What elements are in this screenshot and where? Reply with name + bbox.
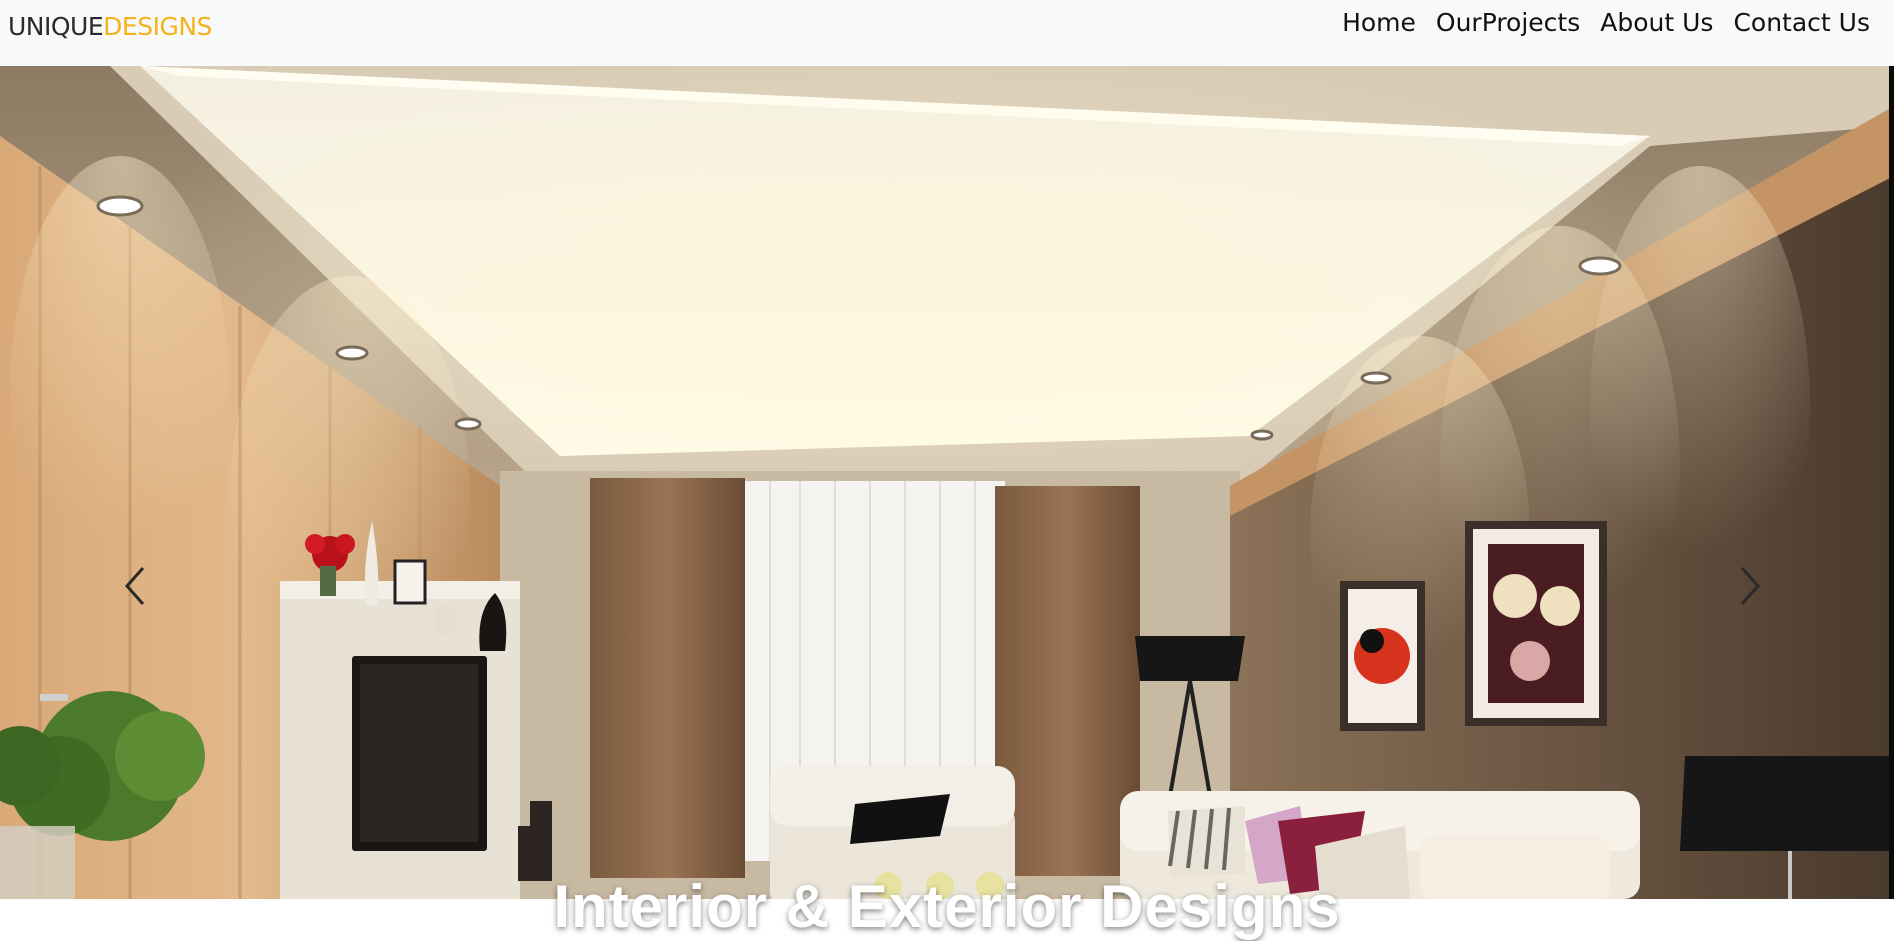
nav-about-us[interactable]: About Us [1600, 8, 1713, 37]
carousel-next-button[interactable] [1730, 546, 1770, 626]
nav-our-projects[interactable]: OurProjects [1436, 8, 1580, 37]
nav-contact-us[interactable]: Contact Us [1733, 8, 1870, 37]
main-nav: Home OurProjects About Us Contact Us [1342, 8, 1870, 37]
carousel-edge [1889, 66, 1894, 899]
chevron-right-icon [1740, 567, 1761, 605]
brand-part-unique: UNIQUE [8, 12, 104, 41]
hero-caption: Interior & Exterior Designs [553, 873, 1341, 940]
chevron-left-icon [124, 567, 145, 605]
brand-part-designs: DESIGNS [103, 12, 212, 41]
brand-logo[interactable]: UNIQUEDESIGNS [8, 12, 212, 41]
navbar: UNIQUEDESIGNS Home OurProjects About Us … [0, 0, 1894, 66]
hero-carousel [0, 66, 1894, 899]
nav-home[interactable]: Home [1342, 8, 1416, 37]
carousel-prev-button[interactable] [115, 546, 155, 626]
hero-slide-image [0, 66, 1894, 899]
